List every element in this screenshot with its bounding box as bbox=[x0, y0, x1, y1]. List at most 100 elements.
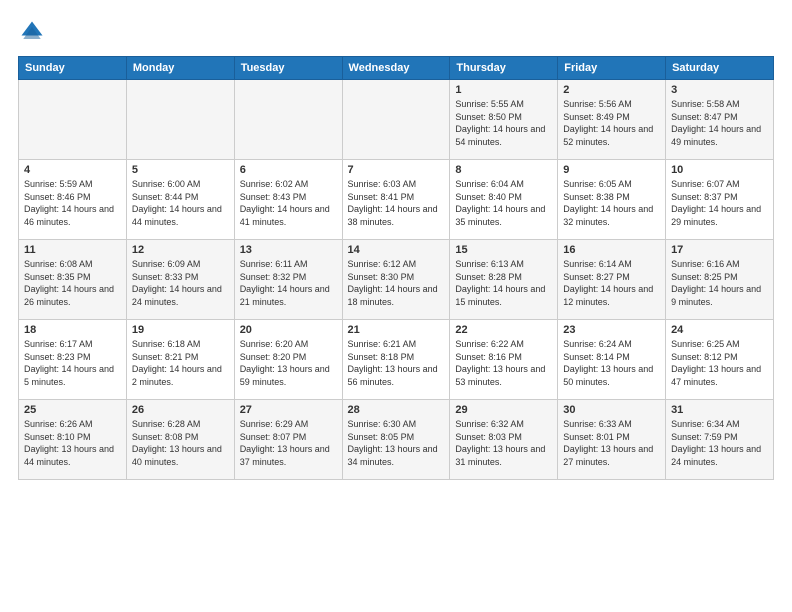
day-number: 4 bbox=[24, 164, 121, 176]
header-cell-tuesday: Tuesday bbox=[234, 57, 342, 80]
page: SundayMondayTuesdayWednesdayThursdayFrid… bbox=[0, 0, 792, 612]
day-number: 7 bbox=[348, 164, 445, 176]
week-row-3: 11 Sunrise: 6:08 AM Sunset: 8:35 PM Dayli… bbox=[19, 240, 774, 320]
day-info: Sunrise: 6:21 AM Sunset: 8:18 PM Dayligh… bbox=[348, 338, 445, 388]
day-number: 11 bbox=[24, 244, 121, 256]
day-info: Sunrise: 6:08 AM Sunset: 8:35 PM Dayligh… bbox=[24, 258, 121, 308]
day-cell: 22 Sunrise: 6:22 AM Sunset: 8:16 PM Dayli… bbox=[450, 320, 558, 400]
day-number: 22 bbox=[455, 324, 552, 336]
day-info: Sunrise: 6:24 AM Sunset: 8:14 PM Dayligh… bbox=[563, 338, 660, 388]
day-number: 29 bbox=[455, 404, 552, 416]
day-info: Sunrise: 6:25 AM Sunset: 8:12 PM Dayligh… bbox=[671, 338, 768, 388]
day-number: 18 bbox=[24, 324, 121, 336]
day-cell: 26 Sunrise: 6:28 AM Sunset: 8:08 PM Dayli… bbox=[126, 400, 234, 480]
logo bbox=[18, 18, 50, 46]
day-number: 21 bbox=[348, 324, 445, 336]
day-info: Sunrise: 5:59 AM Sunset: 8:46 PM Dayligh… bbox=[24, 178, 121, 228]
day-number: 9 bbox=[563, 164, 660, 176]
day-number: 2 bbox=[563, 84, 660, 96]
day-cell: 24 Sunrise: 6:25 AM Sunset: 8:12 PM Dayli… bbox=[666, 320, 774, 400]
day-cell bbox=[126, 80, 234, 160]
day-cell: 16 Sunrise: 6:14 AM Sunset: 8:27 PM Dayli… bbox=[558, 240, 666, 320]
day-number: 25 bbox=[24, 404, 121, 416]
day-number: 23 bbox=[563, 324, 660, 336]
day-cell: 30 Sunrise: 6:33 AM Sunset: 8:01 PM Dayli… bbox=[558, 400, 666, 480]
header-row: SundayMondayTuesdayWednesdayThursdayFrid… bbox=[19, 57, 774, 80]
calendar: SundayMondayTuesdayWednesdayThursdayFrid… bbox=[18, 56, 774, 480]
day-info: Sunrise: 6:16 AM Sunset: 8:25 PM Dayligh… bbox=[671, 258, 768, 308]
day-cell: 3 Sunrise: 5:58 AM Sunset: 8:47 PM Daylig… bbox=[666, 80, 774, 160]
day-number: 1 bbox=[455, 84, 552, 96]
day-cell bbox=[342, 80, 450, 160]
header bbox=[18, 18, 774, 46]
day-info: Sunrise: 6:26 AM Sunset: 8:10 PM Dayligh… bbox=[24, 418, 121, 468]
day-info: Sunrise: 6:18 AM Sunset: 8:21 PM Dayligh… bbox=[132, 338, 229, 388]
day-cell: 6Sunrise: 6:02 AM Sunset: 8:43 PM Daylig… bbox=[234, 160, 342, 240]
day-number: 19 bbox=[132, 324, 229, 336]
day-info: Sunrise: 6:17 AM Sunset: 8:23 PM Dayligh… bbox=[24, 338, 121, 388]
day-cell: 7 Sunrise: 6:03 AM Sunset: 8:41 PM Daylig… bbox=[342, 160, 450, 240]
day-info: Sunrise: 6:12 AM Sunset: 8:30 PM Dayligh… bbox=[348, 258, 445, 308]
day-info: Sunrise: 6:03 AM Sunset: 8:41 PM Dayligh… bbox=[348, 178, 445, 228]
day-info: Sunrise: 6:09 AM Sunset: 8:33 PM Dayligh… bbox=[132, 258, 229, 308]
day-number: 31 bbox=[671, 404, 768, 416]
day-number: 14 bbox=[348, 244, 445, 256]
day-number: 26 bbox=[132, 404, 229, 416]
day-info: Sunrise: 6:22 AM Sunset: 8:16 PM Dayligh… bbox=[455, 338, 552, 388]
week-row-1: 1 Sunrise: 5:55 AM Sunset: 8:50 PM Daylig… bbox=[19, 80, 774, 160]
day-cell: 18 Sunrise: 6:17 AM Sunset: 8:23 PM Dayli… bbox=[19, 320, 127, 400]
week-row-2: 4 Sunrise: 5:59 AM Sunset: 8:46 PM Daylig… bbox=[19, 160, 774, 240]
day-info: Sunrise: 6:04 AM Sunset: 8:40 PM Dayligh… bbox=[455, 178, 552, 228]
day-cell: 12 Sunrise: 6:09 AM Sunset: 8:33 PM Dayli… bbox=[126, 240, 234, 320]
day-cell: 5Sunrise: 6:00 AM Sunset: 8:44 PM Daylig… bbox=[126, 160, 234, 240]
day-info: Sunrise: 6:02 AM Sunset: 8:43 PM Dayligh… bbox=[240, 178, 337, 228]
day-number: 30 bbox=[563, 404, 660, 416]
day-cell: 10 Sunrise: 6:07 AM Sunset: 8:37 PM Dayli… bbox=[666, 160, 774, 240]
calendar-header: SundayMondayTuesdayWednesdayThursdayFrid… bbox=[19, 57, 774, 80]
day-number: 24 bbox=[671, 324, 768, 336]
day-info: Sunrise: 6:32 AM Sunset: 8:03 PM Dayligh… bbox=[455, 418, 552, 468]
header-cell-saturday: Saturday bbox=[666, 57, 774, 80]
day-number: 28 bbox=[348, 404, 445, 416]
day-number: 3 bbox=[671, 84, 768, 96]
day-number: 17 bbox=[671, 244, 768, 256]
day-info: Sunrise: 5:58 AM Sunset: 8:47 PM Dayligh… bbox=[671, 98, 768, 148]
day-info: Sunrise: 5:56 AM Sunset: 8:49 PM Dayligh… bbox=[563, 98, 660, 148]
day-info: Sunrise: 6:28 AM Sunset: 8:08 PM Dayligh… bbox=[132, 418, 229, 468]
day-cell: 11 Sunrise: 6:08 AM Sunset: 8:35 PM Dayli… bbox=[19, 240, 127, 320]
header-cell-monday: Monday bbox=[126, 57, 234, 80]
day-number: 16 bbox=[563, 244, 660, 256]
day-info: Sunrise: 5:55 AM Sunset: 8:50 PM Dayligh… bbox=[455, 98, 552, 148]
day-info: Sunrise: 6:14 AM Sunset: 8:27 PM Dayligh… bbox=[563, 258, 660, 308]
day-cell bbox=[234, 80, 342, 160]
day-cell: 31Sunrise: 6:34 AM Sunset: 7:59 PM Dayli… bbox=[666, 400, 774, 480]
day-cell: 28Sunrise: 6:30 AM Sunset: 8:05 PM Dayli… bbox=[342, 400, 450, 480]
day-info: Sunrise: 6:00 AM Sunset: 8:44 PM Dayligh… bbox=[132, 178, 229, 228]
day-cell bbox=[19, 80, 127, 160]
day-cell: 29 Sunrise: 6:32 AM Sunset: 8:03 PM Dayli… bbox=[450, 400, 558, 480]
day-cell: 4 Sunrise: 5:59 AM Sunset: 8:46 PM Daylig… bbox=[19, 160, 127, 240]
header-cell-sunday: Sunday bbox=[19, 57, 127, 80]
day-cell: 9 Sunrise: 6:05 AM Sunset: 8:38 PM Daylig… bbox=[558, 160, 666, 240]
day-number: 12 bbox=[132, 244, 229, 256]
day-cell: 21 Sunrise: 6:21 AM Sunset: 8:18 PM Dayli… bbox=[342, 320, 450, 400]
day-number: 8 bbox=[455, 164, 552, 176]
week-row-4: 18 Sunrise: 6:17 AM Sunset: 8:23 PM Dayli… bbox=[19, 320, 774, 400]
week-row-5: 25 Sunrise: 6:26 AM Sunset: 8:10 PM Dayli… bbox=[19, 400, 774, 480]
calendar-body: 1 Sunrise: 5:55 AM Sunset: 8:50 PM Daylig… bbox=[19, 80, 774, 480]
day-info: Sunrise: 6:05 AM Sunset: 8:38 PM Dayligh… bbox=[563, 178, 660, 228]
day-info: Sunrise: 6:13 AM Sunset: 8:28 PM Dayligh… bbox=[455, 258, 552, 308]
day-cell: 13Sunrise: 6:11 AM Sunset: 8:32 PM Dayli… bbox=[234, 240, 342, 320]
day-info: Sunrise: 6:20 AM Sunset: 8:20 PM Dayligh… bbox=[240, 338, 337, 388]
day-cell: 25 Sunrise: 6:26 AM Sunset: 8:10 PM Dayli… bbox=[19, 400, 127, 480]
header-cell-friday: Friday bbox=[558, 57, 666, 80]
day-info: Sunrise: 6:33 AM Sunset: 8:01 PM Dayligh… bbox=[563, 418, 660, 468]
day-number: 13 bbox=[240, 244, 337, 256]
day-cell: 17 Sunrise: 6:16 AM Sunset: 8:25 PM Dayli… bbox=[666, 240, 774, 320]
day-cell: 2 Sunrise: 5:56 AM Sunset: 8:49 PM Daylig… bbox=[558, 80, 666, 160]
day-cell: 23 Sunrise: 6:24 AM Sunset: 8:14 PM Dayli… bbox=[558, 320, 666, 400]
day-number: 10 bbox=[671, 164, 768, 176]
day-number: 27 bbox=[240, 404, 337, 416]
day-info: Sunrise: 6:07 AM Sunset: 8:37 PM Dayligh… bbox=[671, 178, 768, 228]
header-cell-thursday: Thursday bbox=[450, 57, 558, 80]
